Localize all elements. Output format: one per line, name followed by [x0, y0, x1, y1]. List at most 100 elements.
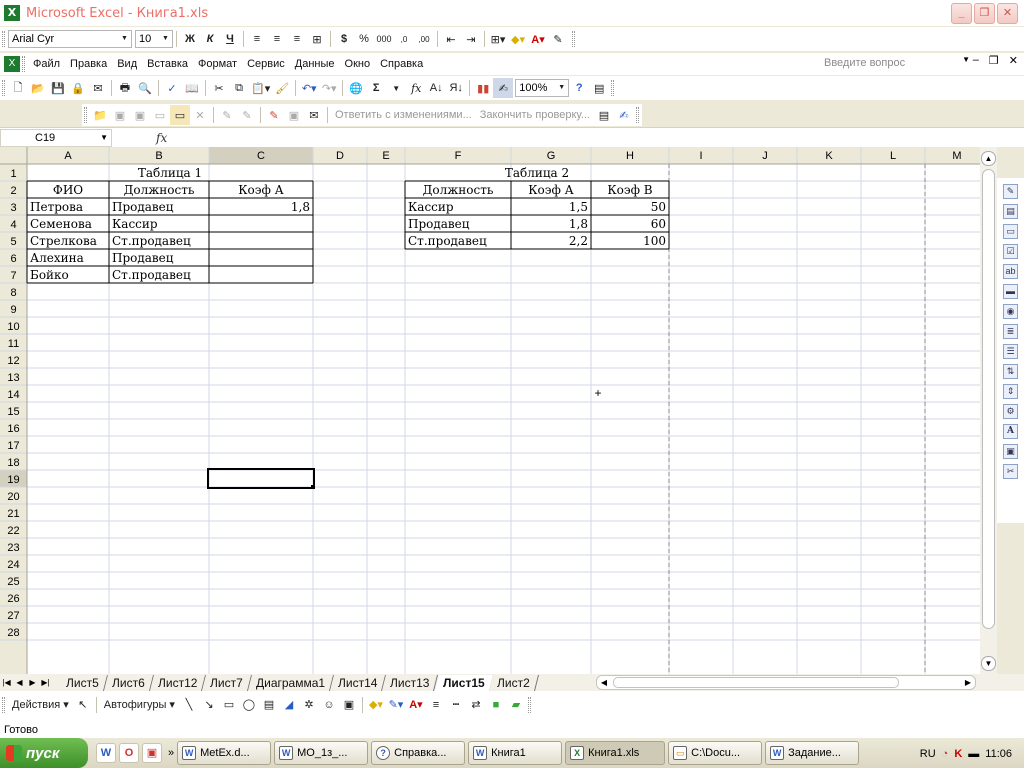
- font-color-icon[interactable]: A▾: [528, 29, 548, 49]
- font-name-combo[interactable]: Arial Cyr ▼: [8, 30, 132, 48]
- chevron-down-icon[interactable]: ▼: [160, 32, 171, 46]
- task-button[interactable]: ▭ C:\Docu...: [668, 741, 763, 765]
- row-header[interactable]: 7: [10, 270, 16, 282]
- delete-ink-icon[interactable]: ✎: [237, 105, 257, 125]
- table-cell[interactable]: Кассир: [112, 217, 158, 231]
- row-header[interactable]: 5: [10, 236, 16, 248]
- autoshapes-menu[interactable]: Автофигуры ▾: [100, 695, 179, 715]
- row-header[interactable]: 20: [7, 491, 19, 503]
- percent-button[interactable]: %: [354, 29, 374, 49]
- table-header-cell[interactable]: Должность: [423, 183, 494, 197]
- wordart-icon[interactable]: ◢: [279, 695, 299, 715]
- row-header[interactable]: 21: [7, 508, 19, 520]
- bold-button[interactable]: Ж: [180, 29, 200, 49]
- menu-view[interactable]: Вид: [112, 54, 142, 74]
- row-header[interactable]: 25: [7, 576, 19, 588]
- chevron-down-icon[interactable]: ▼: [100, 130, 108, 146]
- task-button[interactable]: W Книга1: [468, 741, 563, 765]
- new-document-icon[interactable]: 🗋: [8, 78, 28, 98]
- delete-comment-icon[interactable]: ✕: [190, 105, 210, 125]
- row-header[interactable]: 2: [10, 185, 16, 197]
- next-comment-icon[interactable]: ▣: [130, 105, 150, 125]
- increase-decimal-icon[interactable]: ,0: [394, 29, 414, 49]
- text-field-icon[interactable]: ab: [1003, 264, 1018, 279]
- line-color-icon[interactable]: ✎▾: [386, 695, 406, 715]
- save-icon[interactable]: 💾: [48, 78, 68, 98]
- toolbar-grip[interactable]: [2, 696, 5, 713]
- menu-tools[interactable]: Сервис: [242, 54, 290, 74]
- shadow-icon[interactable]: ■: [486, 695, 506, 715]
- clock[interactable]: 11:06: [985, 748, 1012, 760]
- prev-sheet-icon[interactable]: ◀: [13, 675, 26, 690]
- 3d-icon[interactable]: ▰: [506, 695, 526, 715]
- edit-form-icon[interactable]: ✎: [1003, 184, 1018, 199]
- row-header[interactable]: 22: [7, 525, 19, 537]
- chevron-down-icon[interactable]: ▼: [962, 55, 970, 64]
- show-all-comments-icon[interactable]: ▭: [170, 105, 190, 125]
- copy-icon[interactable]: ⧉: [229, 78, 249, 98]
- row-header[interactable]: 12: [7, 355, 19, 367]
- menu-window[interactable]: Окно: [340, 54, 376, 74]
- currency-button[interactable]: $: [334, 29, 354, 49]
- decrease-decimal-icon[interactable]: ,00: [414, 29, 434, 49]
- table-header-cell[interactable]: Должность: [124, 183, 195, 197]
- table-cell[interactable]: Стрелкова: [30, 234, 97, 248]
- italic-button[interactable]: К: [200, 29, 220, 49]
- chevron-down-icon[interactable]: ▼: [556, 81, 567, 95]
- vertical-scroll-thumb[interactable]: [982, 169, 995, 629]
- spelling-icon[interactable]: ✓: [162, 78, 182, 98]
- column-header[interactable]: K: [825, 150, 833, 162]
- flag-icon[interactable]: ▬: [968, 748, 979, 760]
- column-header[interactable]: G: [547, 150, 556, 162]
- task-button-active[interactable]: X Книга1.xls: [565, 741, 666, 765]
- opera-quicklaunch-icon[interactable]: O: [119, 743, 139, 763]
- end-review-button[interactable]: Закончить проверку...: [476, 105, 594, 125]
- task-button[interactable]: W MetEx.d...: [177, 741, 272, 765]
- table-header-cell[interactable]: ФИО: [53, 183, 83, 197]
- toolbar-options-icon[interactable]: ▤: [589, 78, 609, 98]
- table-cell[interactable]: Семенова: [30, 217, 92, 231]
- sort-descending-icon[interactable]: Я↓: [446, 78, 466, 98]
- fill-color-icon[interactable]: ◆▾: [508, 29, 528, 49]
- table-cell[interactable]: Бойко: [30, 268, 69, 282]
- table-header-cell[interactable]: Коэф А: [238, 183, 284, 197]
- menu-insert[interactable]: Вставка: [142, 54, 193, 74]
- task-button[interactable]: W Задание...: [765, 741, 860, 765]
- table-cell[interactable]: Продавец: [112, 251, 174, 265]
- formula-input[interactable]: [173, 129, 1024, 147]
- row-header[interactable]: 17: [7, 440, 19, 452]
- print-preview-icon[interactable]: 🔍: [135, 78, 155, 98]
- group-box-icon[interactable]: ▭: [1003, 224, 1018, 239]
- ink-annotations-icon[interactable]: ✎: [217, 105, 237, 125]
- chevron-down-icon[interactable]: ▼: [119, 32, 130, 46]
- toolbar-grip[interactable]: [527, 696, 531, 713]
- reviewing-pane-icon[interactable]: ▤: [594, 105, 614, 125]
- chevron-down-icon[interactable]: ▼: [386, 78, 406, 98]
- column-header[interactable]: I: [699, 150, 702, 162]
- toolbar-grip[interactable]: [611, 80, 615, 96]
- row-header[interactable]: 24: [7, 559, 19, 571]
- table-header-cell[interactable]: Коэф А: [528, 183, 574, 197]
- decrease-indent-icon[interactable]: ⇤: [441, 29, 461, 49]
- redo-icon[interactable]: ↷▾: [319, 78, 339, 98]
- row-header[interactable]: 11: [8, 338, 19, 350]
- toolbar-grip[interactable]: [636, 107, 639, 123]
- task-button[interactable]: ? Справка...: [371, 741, 466, 765]
- label-icon[interactable]: ▤: [1003, 204, 1018, 219]
- spinner-icon[interactable]: ⇕: [1003, 384, 1018, 399]
- track-changes-icon[interactable]: ✎: [264, 105, 284, 125]
- name-box[interactable]: C19 ▼: [0, 128, 112, 147]
- row-header[interactable]: 8: [10, 287, 16, 299]
- show-comment-icon[interactable]: ▭: [150, 105, 170, 125]
- row-header[interactable]: 10: [7, 321, 19, 333]
- menu-help[interactable]: Справка: [375, 54, 428, 74]
- properties-icon[interactable]: ⚙: [1003, 404, 1018, 419]
- worksheet-grid[interactable]: A B C D E F G H I J K L M 1 2 3 4 5 6 7 8 9 10 11 12 13 14 15 16 17 18…: [0, 147, 980, 674]
- sheet-tab-active[interactable]: Лист15: [434, 674, 494, 691]
- scroll-right-button[interactable]: ▶: [961, 676, 975, 689]
- table-header-cell[interactable]: Коэф В: [607, 183, 652, 197]
- column-header[interactable]: H: [626, 150, 634, 162]
- row-header[interactable]: 16: [7, 423, 19, 435]
- last-sheet-icon[interactable]: ▶|: [39, 675, 52, 690]
- next-sheet-icon[interactable]: ▶: [26, 675, 39, 690]
